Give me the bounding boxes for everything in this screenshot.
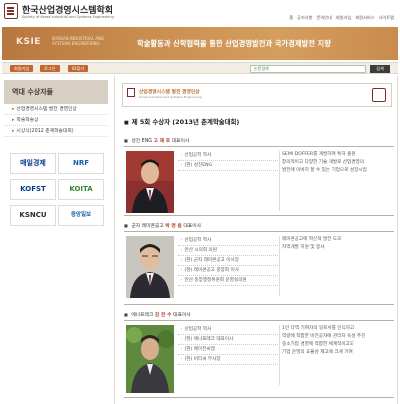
awardee-achievements: SEMI DOFFER를 개발하여 특허 출원 창의적이고 다양한 기술 개발로… — [282, 151, 392, 175]
ad-kofst[interactable]: KOFST — [10, 179, 56, 200]
nav-join[interactable]: 회원가입 — [336, 15, 351, 21]
content-border — [397, 76, 398, 404]
nav-sitemap[interactable]: 사이트맵 — [379, 15, 394, 21]
awardee-name: 고 재 호 — [153, 139, 171, 144]
awardee-photo — [126, 236, 174, 298]
card-divider — [279, 325, 280, 385]
society-logo-icon[interactable] — [4, 3, 18, 19]
login-label: 로그인 — [44, 66, 56, 71]
info-row: (현) 비티씨 부사장 — [178, 355, 278, 365]
banner: KSIE KOREAN INDUSTRIAL AND SYSTEMS ENGIN… — [2, 27, 398, 60]
nav-notice[interactable]: 공지사항 — [297, 15, 312, 21]
banner-english-line: SYSTEMS ENGINEERING — [52, 41, 100, 46]
info-row: (현) 군자 레미콘공고 이사장 — [178, 256, 278, 266]
nav-member-service[interactable]: 회원서비스 — [355, 15, 374, 21]
awardee-company: 성진 ENG — [131, 139, 152, 144]
awardee-achievements: 1인 다역 기여자의 일로서를 인식하고 역량에 적합한 비전공자에 관리자 육… — [282, 325, 392, 357]
achievement-line: 기업 운영의 효율성 제고에 크게 기여 — [282, 350, 353, 355]
find-id-label: ID찾기 — [72, 66, 85, 71]
awardee-name: 박 명 용 — [165, 224, 182, 229]
search-button-label: 검색 — [376, 66, 384, 71]
ad-ksncu[interactable]: KSNCU — [10, 205, 56, 226]
card-divider — [279, 151, 280, 211]
nav-inquiry[interactable]: 문의안내 — [316, 15, 331, 21]
banner-english: KOREAN INDUSTRIAL AND SYSTEMS ENGINEERIN… — [52, 36, 104, 46]
ad-koita[interactable]: KOITA — [58, 179, 104, 200]
awardee-title: 군자 레미콘공고 박 명 용 대표이사 — [124, 222, 201, 229]
search-button[interactable]: 검색 — [370, 65, 390, 73]
info-row: 안산 시의회 의원 — [178, 246, 278, 256]
top-nav: 홈 공지사항 문의안내 회원가입 회원서비스 사이트맵 — [289, 15, 394, 21]
awardee-role: 대표이사 — [183, 224, 202, 229]
info-row: (현) 성진ENG — [178, 161, 278, 171]
awardee-card: 산업공학 학사 (현) 에나프레크 대표이사 (현) 에이전씨엠 (현) 비티씨… — [124, 320, 394, 398]
card-divider — [279, 236, 280, 296]
awardee-role: 대표이사 — [171, 139, 190, 144]
achievement-line: 중소기업 경영에 적합한 체계적이고도 — [282, 342, 355, 347]
banner-slogan: 학술활동과 산학협력을 통한 산업경영발전과 국가경제발전 지향 — [137, 39, 331, 48]
awardee-info: 산업공학 학사 (현) 에나프레크 대표이사 (현) 에이전씨엠 (현) 비티씨… — [178, 325, 278, 365]
achievement-line: 역량에 적합한 비전공자에 관리자 육성 추진 — [282, 334, 366, 339]
awardee-card: 산업공학 학사 안산 시의회 의원 (현) 군자 레미콘공고 이사장 (현) 레… — [124, 231, 394, 305]
awardee-company: 군자 레미콘공고 — [131, 224, 164, 229]
top-bar: 한국산업경영시스템학회 Society of Korea Industrial … — [0, 0, 400, 27]
content-title-box: 산업경영시스템 발전 경영인상 Korea Industrial and Sys… — [122, 83, 392, 107]
achievement-line: 레미콘공고에 혁신적 발전 도모 — [282, 237, 342, 242]
achievement-line: 창의적이고 다양한 기술 개발로 산업경영의 — [282, 160, 364, 165]
find-id-button[interactable]: ID찾기 — [68, 65, 89, 72]
sidebar-heading: 역대 수상자들 — [4, 80, 108, 104]
join-button[interactable]: 회원가입 — [10, 65, 34, 72]
awardee-company: 에나프레크 — [131, 313, 154, 318]
page-heading: 제 5회 수상자 (2013년 춘계학술대회) — [124, 117, 240, 126]
site-subtitle: Society of Korea Industrial and Systems … — [22, 15, 114, 19]
achievement-line: 발전에 이바지 할 수 있는 기업으로 성장시킴 — [282, 168, 367, 173]
awardee-info: 산업공학 학사 (현) 성진ENG — [178, 151, 278, 171]
info-row: (현) 에나프레크 대표이사 — [178, 335, 278, 345]
ad-nrf[interactable]: NRF — [58, 153, 104, 174]
awardee-title: 성진 ENG 고 재 호 대표이사 — [124, 137, 189, 144]
join-label: 회원가입 — [14, 66, 30, 71]
info-row: 안산 중앙행정위원회 운영실의원 — [178, 276, 278, 286]
awardee-photo — [126, 325, 174, 393]
banner-logo: KSIE — [16, 37, 41, 47]
achievement-line: 지역개발 지원 및 봉사 — [282, 245, 325, 250]
info-row: (현) 레미콘공고 중앙회 이사 — [178, 266, 278, 276]
content-box-title: 산업경영시스템 발전 경영인상 — [139, 90, 200, 95]
awardee-photo — [126, 151, 174, 213]
sidebar: 역대 수상자들 산업경영시스템 발전 경영인상 학술학술상 시상식(2012 춘… — [4, 80, 108, 137]
search-input[interactable]: 논문검색 — [250, 65, 366, 73]
seal-icon — [372, 88, 386, 102]
ad-joongang[interactable]: 중앙일보 — [58, 205, 104, 226]
sidebar-item-academic-award[interactable]: 학술학술상 — [4, 115, 108, 126]
info-row: 산업공학 학사 — [178, 325, 278, 335]
awardee-card: 산업공학 학사 (현) 성진ENG SEMI DOFFER를 개발하여 특허 출… — [124, 146, 394, 216]
info-row: (현) 에이전씨엠 — [178, 345, 278, 355]
nav-home[interactable]: 홈 — [289, 15, 293, 21]
login-button[interactable]: 로그인 — [40, 65, 60, 72]
content-divider — [114, 76, 115, 404]
sidebar-item-ceremony[interactable]: 시상식(2012 춘계학술대회) — [4, 126, 108, 137]
achievement-line: 1인 다역 기여자의 일로서를 인식하고 — [282, 326, 355, 331]
content-box-subtitle: Korea Industrial and Systems Engineering — [139, 95, 202, 99]
info-row: 산업공학 학사 — [178, 236, 278, 246]
sidebar-item-management-award[interactable]: 산업경영시스템 발전 경영인상 — [4, 104, 108, 115]
content-logo-icon — [127, 88, 135, 97]
info-row: 산업공학 학사 — [178, 151, 278, 161]
awardee-name: 김 찬 수 — [154, 313, 172, 318]
achievement-line: SEMI DOFFER를 개발하여 특허 출원 — [282, 152, 356, 157]
ad-maeil-business[interactable]: 매일경제 — [10, 153, 56, 174]
awardee-title: 에나프레크 김 찬 수 대표이사 — [124, 311, 191, 318]
awardee-role: 대표이사 — [173, 313, 191, 318]
awardee-achievements: 레미콘공고에 혁신적 발전 도모 지역개발 지원 및 봉사 — [282, 236, 392, 252]
awardee-info: 산업공학 학사 안산 시의회 의원 (현) 군자 레미콘공고 이사장 (현) 레… — [178, 236, 278, 286]
menu-bar: 회원가입 로그인 ID찾기 논문검색 검색 — [2, 62, 398, 74]
